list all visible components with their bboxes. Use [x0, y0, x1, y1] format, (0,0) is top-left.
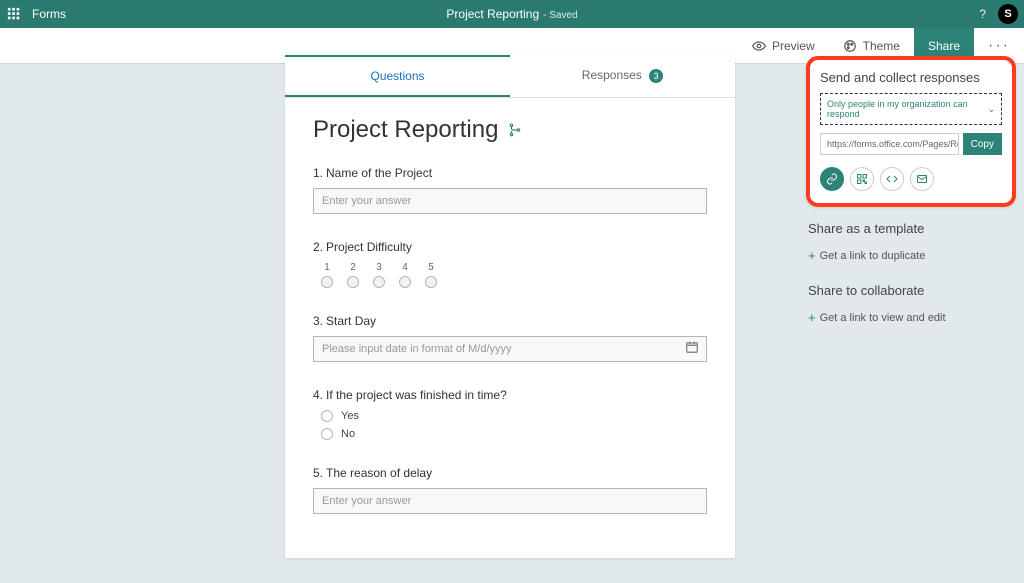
send-collect-section: Send and collect responses Only people i…: [806, 56, 1016, 207]
branching-icon[interactable]: [508, 123, 522, 142]
save-status: - Saved: [543, 10, 577, 21]
top-bar: Forms Project Reporting - Saved ? S: [0, 0, 1024, 28]
app-launcher-icon[interactable]: [0, 0, 28, 28]
rating-scale: 1 2 3 4 5: [321, 262, 707, 288]
question-3-input[interactable]: [313, 336, 707, 362]
rating-option[interactable]: 4: [399, 262, 411, 288]
question-5[interactable]: 5.The reason of delay: [313, 466, 707, 514]
question-1[interactable]: 1.Name of the Project: [313, 166, 707, 214]
avatar[interactable]: S: [998, 4, 1018, 24]
question-1-label: Name of the Project: [326, 166, 432, 180]
form-editor-card: Questions Responses 3 Project Reporting …: [285, 56, 735, 558]
tab-questions[interactable]: Questions: [285, 55, 510, 97]
share-panel: Send and collect responses Only people i…: [806, 56, 1016, 331]
question-1-input[interactable]: [313, 188, 707, 214]
question-3-label: Start Day: [326, 314, 376, 328]
embed-icon[interactable]: [880, 167, 904, 191]
responses-count-badge: 3: [649, 69, 663, 83]
ellipsis-icon: ···: [988, 37, 1010, 55]
question-3[interactable]: 3.Start Day: [313, 314, 707, 362]
form-title[interactable]: Project Reporting: [313, 116, 498, 144]
share-link-field[interactable]: https://forms.office.com/Pages/Respon: [820, 133, 959, 155]
share-template-title: Share as a template: [808, 221, 1014, 236]
choice-yes[interactable]: Yes: [321, 410, 707, 422]
plus-icon: +: [808, 248, 816, 263]
copy-link-button[interactable]: Copy: [963, 133, 1002, 155]
tab-responses[interactable]: Responses 3: [510, 56, 735, 97]
get-collab-link[interactable]: +Get a link to view and edit: [806, 304, 1016, 331]
qr-code-icon[interactable]: [850, 167, 874, 191]
link-icon[interactable]: [820, 167, 844, 191]
email-icon[interactable]: [910, 167, 934, 191]
calendar-icon[interactable]: [685, 340, 699, 359]
rating-option[interactable]: 3: [373, 262, 385, 288]
editor-tabs: Questions Responses 3: [285, 56, 735, 98]
question-5-input[interactable]: [313, 488, 707, 514]
doc-name: Project Reporting: [446, 7, 539, 21]
share-collaborate-title: Share to collaborate: [808, 283, 1014, 298]
rating-option[interactable]: 1: [321, 262, 333, 288]
question-5-label: The reason of delay: [326, 466, 432, 480]
question-2[interactable]: 2.Project Difficulty 1 2 3 4 5: [313, 240, 707, 288]
rating-option[interactable]: 5: [425, 262, 437, 288]
plus-icon: +: [808, 310, 816, 325]
document-title[interactable]: Project Reporting - Saved: [446, 7, 577, 21]
collect-title: Send and collect responses: [820, 70, 1002, 85]
question-4[interactable]: 4.If the project was finished in time? Y…: [313, 388, 707, 440]
eye-icon: [752, 39, 766, 53]
rating-option[interactable]: 2: [347, 262, 359, 288]
palette-icon: [843, 39, 857, 53]
app-name[interactable]: Forms: [32, 7, 66, 21]
choice-no[interactable]: No: [321, 428, 707, 440]
question-2-label: Project Difficulty: [326, 240, 412, 254]
chevron-down-icon: ⌄: [987, 104, 995, 115]
help-icon[interactable]: ?: [979, 7, 986, 21]
response-permission-select[interactable]: Only people in my organization can respo…: [820, 93, 1002, 125]
question-4-label: If the project was finished in time?: [326, 388, 507, 402]
get-duplicate-link[interactable]: +Get a link to duplicate: [806, 242, 1016, 269]
